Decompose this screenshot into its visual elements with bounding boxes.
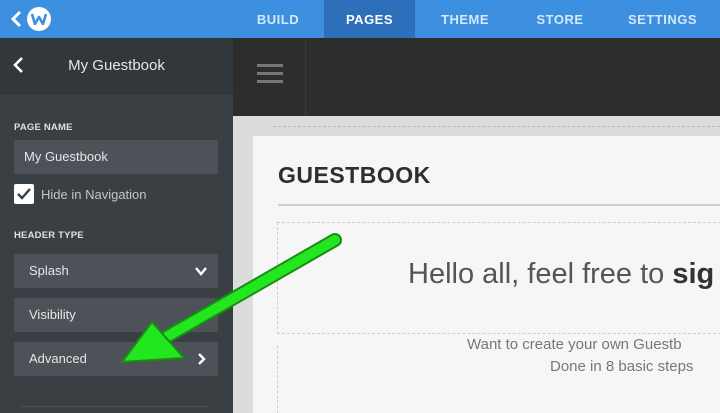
- editor-area: GUESTBOOK Hello all, feel free to sig Wa…: [233, 38, 720, 413]
- page-heading[interactable]: GUESTBOOK: [278, 162, 431, 189]
- hide-in-nav-checkbox[interactable]: [14, 184, 34, 204]
- header-type-value: Splash: [29, 263, 69, 278]
- paragraph-block[interactable]: [277, 346, 720, 413]
- hello-text[interactable]: Hello all, feel free to sig: [408, 258, 714, 291]
- visibility-label: Visibility: [29, 307, 76, 322]
- done-text[interactable]: Done in 8 basic steps: [550, 358, 693, 375]
- advanced-label: Advanced: [29, 351, 87, 366]
- tab-pages[interactable]: PAGES: [324, 0, 415, 38]
- want-text[interactable]: Want to create your own Guestb: [467, 336, 682, 353]
- tab-build[interactable]: BUILD: [232, 0, 324, 38]
- chevron-right-icon: [198, 353, 206, 365]
- drop-zone-border: [273, 126, 720, 127]
- header-type-label: HEADER TYPE: [14, 230, 84, 241]
- advanced-button[interactable]: Advanced: [14, 342, 218, 376]
- sidebar-title: My Guestbook: [68, 57, 165, 74]
- visibility-button[interactable]: Visibility: [14, 298, 218, 332]
- heading-divider: [278, 204, 720, 206]
- checkmark-icon: [17, 188, 31, 200]
- divider: [20, 406, 210, 407]
- chevron-down-icon: [195, 267, 207, 276]
- tab-store[interactable]: STORE: [515, 0, 605, 38]
- header-type-select[interactable]: Splash: [14, 254, 218, 288]
- sidebar-header: My Guestbook: [0, 38, 233, 94]
- page-name-input[interactable]: My Guestbook: [14, 140, 218, 174]
- page-settings-sidebar: My Guestbook PAGE NAME My Guestbook Hide…: [0, 38, 233, 413]
- page-body: GUESTBOOK Hello all, feel free to sig Wa…: [253, 136, 720, 413]
- weebly-logo-icon: [27, 7, 51, 31]
- logo-area[interactable]: [0, 0, 58, 38]
- top-bar: BUILD PAGES THEME STORE SETTINGS: [0, 0, 720, 38]
- tab-theme[interactable]: THEME: [415, 0, 515, 38]
- chevron-left-icon[interactable]: [8, 10, 26, 28]
- hide-in-nav-label[interactable]: Hide in Navigation: [41, 187, 147, 202]
- hamburger-menu-icon[interactable]: [233, 38, 306, 116]
- editor-toolbar: [233, 38, 720, 116]
- page-name-label: PAGE NAME: [14, 122, 73, 133]
- tab-settings[interactable]: SETTINGS: [605, 0, 720, 38]
- page-canvas: GUESTBOOK Hello all, feel free to sig Wa…: [233, 116, 720, 413]
